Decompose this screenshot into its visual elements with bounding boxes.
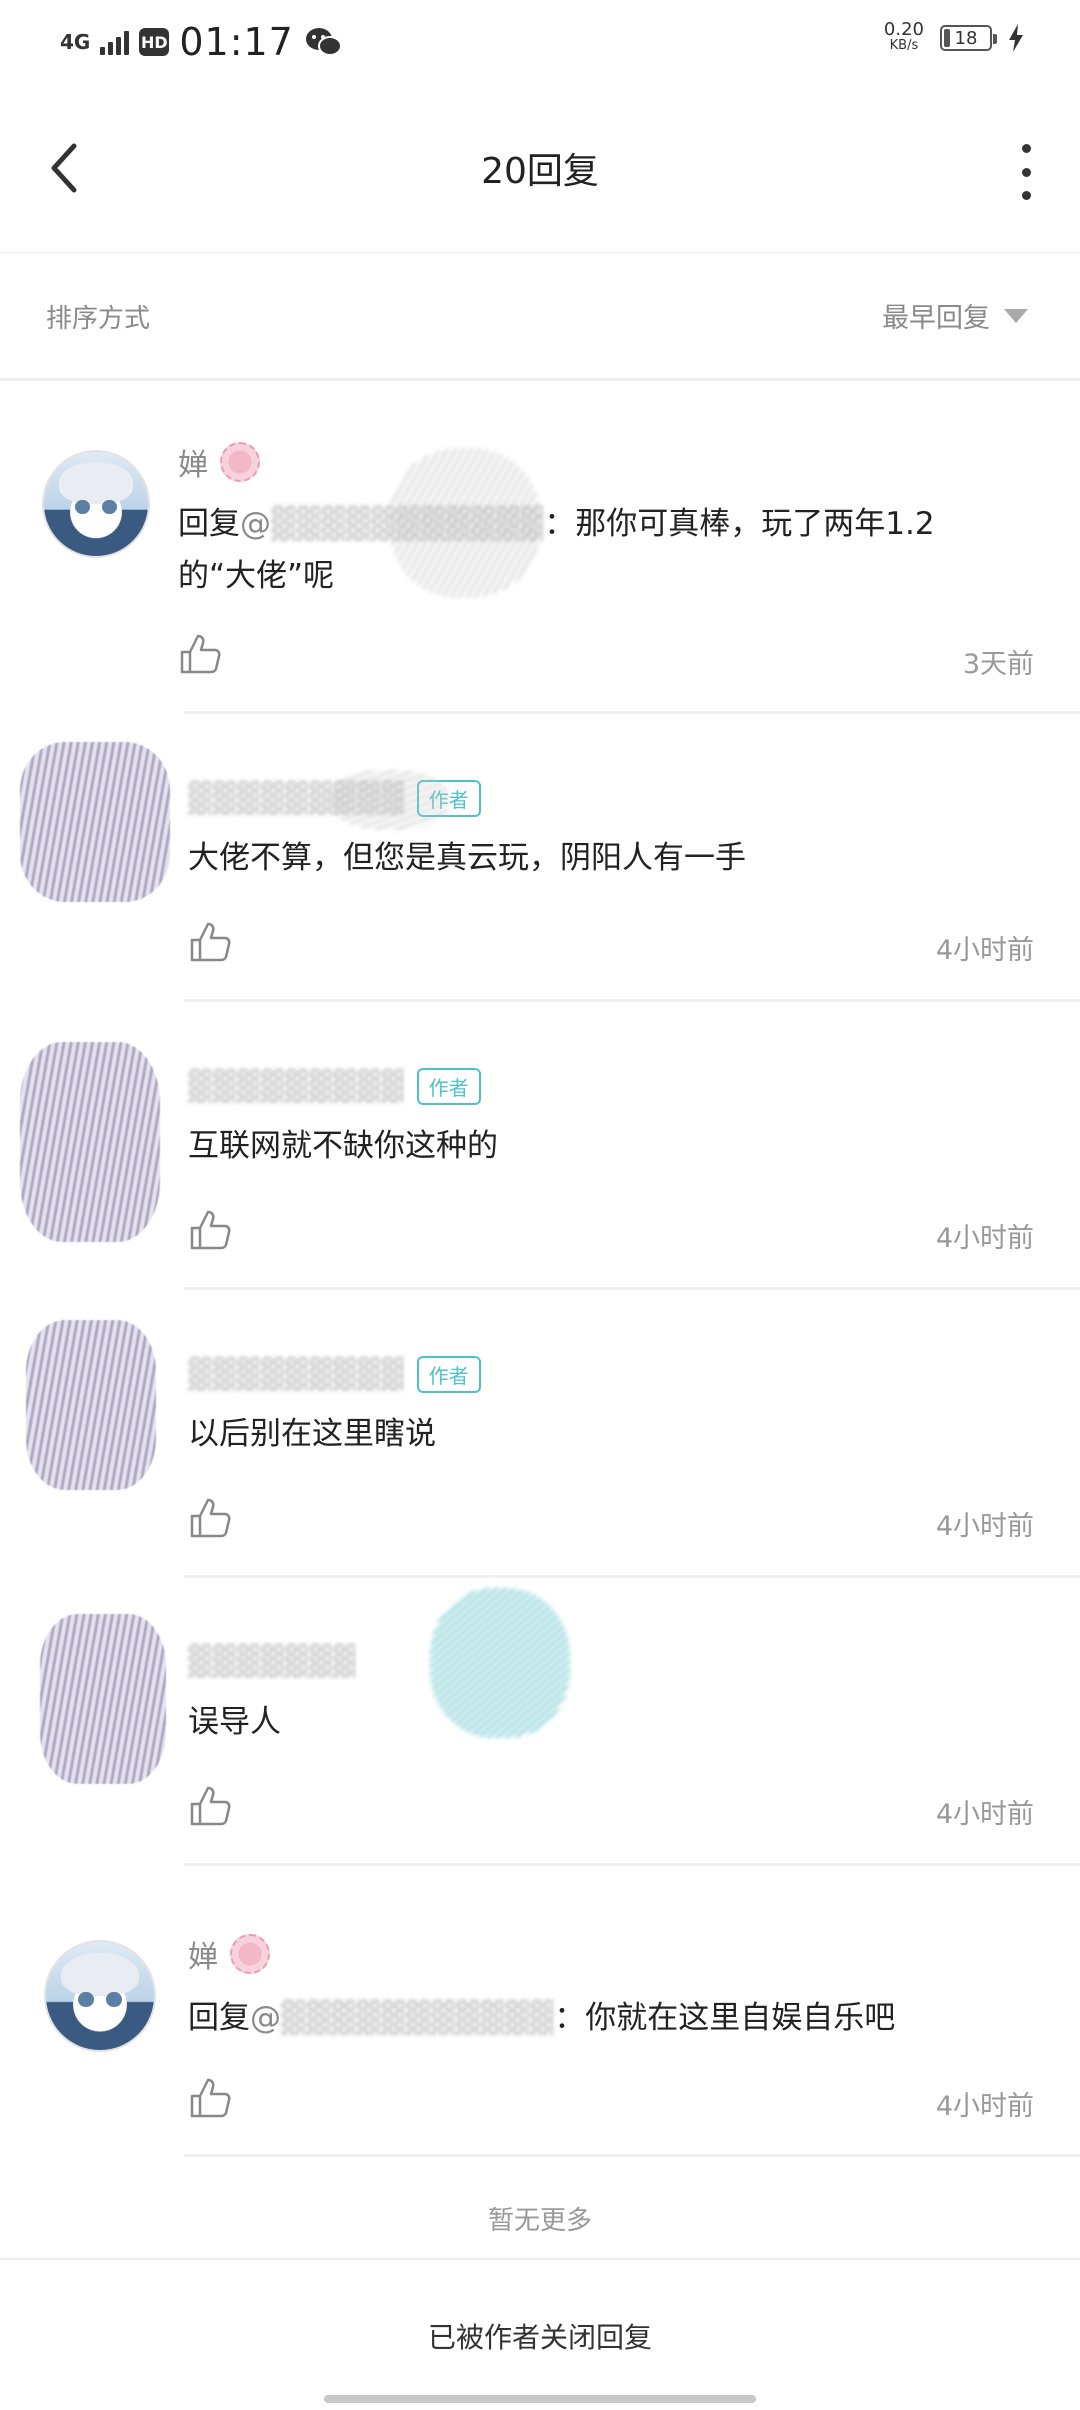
comment-item: ▓▓▓▓▓▓▓▓▓ 作者 以后别在这里瞎说 4小时前	[0, 1290, 1080, 1578]
thumbs-up-icon[interactable]	[188, 2076, 232, 2120]
comment-content: 互联网就不缺你这种的	[188, 1128, 498, 1164]
battery-level	[944, 29, 950, 47]
avatar[interactable]	[42, 450, 150, 558]
battery-icon: 18	[940, 25, 997, 51]
comment-item: ▓▓▓▓▓▓▓ 误导人 4小时前	[0, 1578, 1080, 1866]
charging-bolt-icon	[1009, 24, 1023, 52]
comment-content: 以后别在这里瞎说	[188, 1416, 436, 1452]
medal-badge-icon	[220, 442, 260, 482]
chevron-down-icon	[1004, 308, 1028, 323]
hd-icon: HD	[139, 28, 170, 56]
username-text: 婵	[178, 448, 208, 483]
comment-item: 婵 回复@▓▓▓▓▓▓▓▓▓▓▓：你就在这里自娱自乐吧 4小时前	[0, 1866, 1080, 2158]
redaction-scribble	[390, 448, 540, 598]
comment-username[interactable]: 婵	[188, 1932, 270, 1976]
thumbs-up-icon[interactable]	[188, 1208, 232, 1252]
clock: 01:17	[179, 20, 294, 64]
avatar[interactable]	[44, 1940, 156, 2052]
comment-time: 4小时前	[935, 1799, 1034, 1830]
comment-item: 婵 回复@▓▓▓▓▓▓▓▓▓▓▓：那你可真棒，玩了两年1.2的“大佬”呢 3天前	[0, 378, 1080, 714]
comment-content: 回复@▓▓▓▓▓▓▓▓▓▓▓：你就在这里自娱自乐吧	[188, 1992, 988, 2044]
thumbs-up-icon[interactable]	[188, 920, 232, 964]
comment-time: 4小时前	[935, 935, 1034, 966]
network-type: 4G	[60, 30, 91, 54]
divider	[184, 2154, 1080, 2157]
comment-username[interactable]: 婵	[178, 440, 260, 484]
masked-username: ▓▓▓▓▓▓▓▓▓	[188, 1357, 405, 1392]
status-right: 0.20 KB/s 18	[883, 19, 1024, 54]
reply-target: @	[240, 506, 271, 542]
redaction-scribble	[330, 770, 450, 830]
avatar[interactable]	[40, 1614, 166, 1784]
signal-icon	[100, 29, 130, 55]
replies-closed-text: 已被作者关闭回复	[427, 2321, 652, 2354]
comment-item: ▓▓▓▓▓▓▓▓▓ 作者 大佬不算，但您是真云玩，阴阳人有一手 4小时前	[0, 714, 1080, 1002]
masked-username: ▓▓▓▓▓▓▓▓▓	[188, 1069, 405, 1104]
masked-username: ▓▓▓▓▓▓▓	[188, 1644, 357, 1679]
sort-selected-value: 最早回复	[882, 303, 990, 334]
reply-prefix: 回复	[188, 2000, 250, 2036]
footer-bar: 已被作者关闭回复	[0, 2258, 1080, 2410]
network-speed: 0.20 KB/s	[883, 19, 924, 54]
no-more-text: 暂无更多	[487, 2206, 592, 2236]
comment-item: ▓▓▓▓▓▓▓▓▓ 作者 互联网就不缺你这种的 4小时前	[0, 1002, 1080, 1290]
sort-label: 排序方式	[46, 304, 151, 334]
avatar[interactable]	[26, 1320, 156, 1490]
avatar[interactable]	[20, 1042, 160, 1242]
speed-unit: KB/s	[889, 38, 919, 53]
comment-content: 误导人	[188, 1704, 281, 1740]
speed-value: 0.20	[883, 19, 924, 40]
author-badge: 作者	[416, 1356, 481, 1393]
username-text: 婵	[188, 1940, 218, 1975]
comment-username[interactable]: ▓▓▓▓▓▓▓▓▓ 作者	[188, 1356, 481, 1393]
page-title: 20回复	[481, 151, 599, 192]
comment-time: 4小时前	[935, 1511, 1034, 1542]
thumbs-up-icon[interactable]	[188, 1496, 232, 1540]
reply-target: @	[250, 2000, 281, 2036]
avatar[interactable]	[20, 742, 170, 902]
comment-time: 4小时前	[935, 1223, 1034, 1254]
comment-text: ：你就在这里自娱自乐吧	[554, 2000, 896, 2036]
comment-username[interactable]: ▓▓▓▓▓▓▓▓▓ 作者	[188, 1068, 481, 1105]
sort-bar: 排序方式 最早回复	[0, 252, 1080, 381]
comment-username[interactable]: ▓▓▓▓▓▓▓	[188, 1644, 357, 1679]
status-bar: 4G HD 01:17 0.20 KB/s 18	[0, 0, 1080, 84]
reply-prefix: 回复	[178, 506, 240, 542]
redaction-scribble	[430, 1588, 570, 1738]
comment-time: 4小时前	[935, 2091, 1034, 2122]
reply-mention[interactable]: @▓▓▓▓▓▓▓▓▓▓▓	[250, 2000, 554, 2036]
home-indicator[interactable]	[324, 2395, 756, 2403]
wechat-icon	[305, 28, 342, 56]
comment-time: 3天前	[962, 649, 1034, 680]
comment-content: 回复@▓▓▓▓▓▓▓▓▓▓▓：那你可真棒，玩了两年1.2的“大佬”呢	[178, 498, 978, 602]
thumbs-up-icon[interactable]	[178, 632, 222, 676]
comment-content: 大佬不算，但您是真云玩，阴阳人有一手	[188, 840, 746, 876]
status-left: 4G HD 01:17	[60, 20, 344, 64]
more-options-icon[interactable]	[1006, 144, 1046, 200]
masked-username: ▓▓▓▓▓▓▓▓▓▓▓	[281, 2000, 555, 2036]
author-badge: 作者	[416, 1068, 481, 1105]
sort-dropdown[interactable]: 最早回复	[882, 296, 1028, 335]
thumbs-up-icon[interactable]	[188, 1784, 232, 1828]
battery-percent: 18	[954, 27, 978, 49]
medal-badge-icon	[230, 1934, 270, 1974]
top-nav-bar: 20回复	[0, 84, 1080, 253]
